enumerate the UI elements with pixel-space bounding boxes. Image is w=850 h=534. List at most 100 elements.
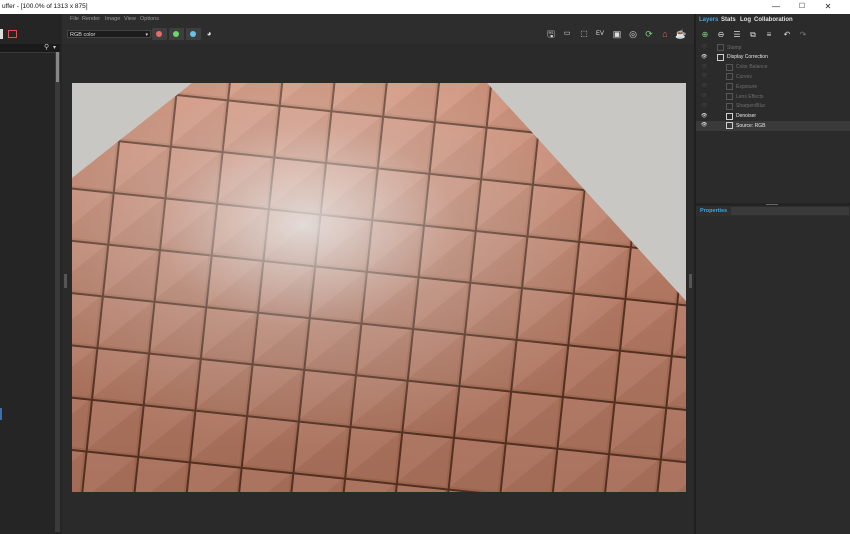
maximize-button[interactable]: ☐ bbox=[790, 0, 814, 14]
render-image bbox=[72, 83, 686, 492]
layer-type-icon bbox=[717, 44, 724, 51]
layer-label: Curves bbox=[736, 73, 752, 80]
eye-icon[interactable]: 👁 bbox=[701, 54, 707, 60]
layer-label: Display Correction bbox=[727, 54, 768, 61]
menu-bar: File Render Image View Options bbox=[62, 14, 694, 24]
layer-type-icon bbox=[726, 93, 733, 100]
save-icon[interactable]: 🖫 bbox=[545, 28, 557, 40]
panel-edge-icon bbox=[0, 29, 3, 39]
add-layer-icon[interactable]: ⊕ bbox=[699, 29, 711, 41]
color-mode-select[interactable]: RGB color ▾ bbox=[67, 30, 151, 38]
right-panel: Layers Stats Log Collaboration ⊕ ⊖ ☰ ⧉ ≡… bbox=[694, 14, 850, 534]
layer-row[interactable]: 👁 Stamp bbox=[696, 43, 850, 53]
canvas-area[interactable] bbox=[62, 44, 694, 534]
close-button[interactable]: ✕ bbox=[816, 0, 840, 14]
eye-icon[interactable]: 👁 bbox=[701, 93, 707, 99]
eye-icon[interactable]: 👁 bbox=[701, 44, 707, 50]
minimize-button[interactable]: — bbox=[764, 0, 788, 14]
eye-icon[interactable]: 👁 bbox=[701, 103, 707, 109]
refresh-icon[interactable]: ⟳ bbox=[643, 28, 655, 40]
eye-icon[interactable]: 👁 bbox=[701, 122, 707, 128]
eye-icon[interactable]: 👁 bbox=[701, 64, 707, 70]
layer-row[interactable]: 👁 Color Balance bbox=[696, 63, 850, 73]
menu-render[interactable]: Render bbox=[82, 16, 100, 22]
chevron-down-icon: ▾ bbox=[145, 32, 148, 38]
channel-green-button[interactable] bbox=[169, 28, 184, 40]
layer-label: Color Balance bbox=[736, 64, 768, 71]
layers-toolbar: ⊕ ⊖ ☰ ⧉ ≡ ↶ ↷ bbox=[696, 26, 850, 44]
tab-layers[interactable]: Layers bbox=[699, 17, 718, 23]
layer-type-icon bbox=[726, 112, 733, 120]
search-icon[interactable]: ⚲ bbox=[44, 43, 49, 51]
layer-type-icon bbox=[726, 102, 733, 110]
menu-options[interactable]: Options bbox=[140, 16, 159, 22]
render-canvas[interactable] bbox=[72, 83, 686, 492]
search-bar[interactable]: ⚲ ▾ bbox=[0, 44, 60, 53]
exposure-icon[interactable]: EV bbox=[594, 28, 606, 40]
layer-type-icon bbox=[726, 122, 733, 130]
panel-tabs: Layers Stats Log Collaboration bbox=[696, 14, 850, 26]
redo-icon[interactable]: ↷ bbox=[797, 29, 809, 41]
home-icon[interactable]: ⌂ bbox=[659, 28, 671, 40]
green-dot-icon bbox=[173, 31, 179, 37]
left-scrollbar[interactable] bbox=[55, 52, 60, 532]
layer-label: Lens Effects bbox=[736, 93, 764, 100]
color-wheel-icon[interactable]: ◕ bbox=[203, 28, 215, 40]
region-select-icon[interactable]: ⬚ bbox=[578, 28, 590, 40]
lens-icon[interactable]: ◎ bbox=[627, 28, 639, 40]
layer-label: Sharpen/Blur bbox=[736, 103, 766, 110]
blue-dot-icon bbox=[190, 31, 196, 37]
window-title: uffer - [100.0% of 1313 x 875] bbox=[2, 3, 88, 10]
properties-field bbox=[731, 207, 849, 215]
channel-red-button[interactable] bbox=[152, 28, 167, 40]
layer-row[interactable]: 👁 Sharpen/Blur bbox=[696, 102, 850, 112]
layer-label: Stamp bbox=[727, 44, 742, 51]
layer-type-icon bbox=[726, 63, 733, 71]
scrollbar-thumb[interactable] bbox=[56, 52, 59, 82]
layers-stack-icon[interactable]: ☰ bbox=[731, 29, 743, 41]
layers-list: 👁 Stamp 👁 Display Correction 👁 Color Balance 👁… bbox=[696, 43, 850, 201]
teapot-icon[interactable]: ☕ bbox=[675, 28, 687, 40]
layer-row[interactable]: 👁 Lens Effects bbox=[696, 92, 850, 102]
export-icon[interactable]: ▭ bbox=[561, 28, 573, 40]
layer-row[interactable]: 👁 Source: RGB bbox=[696, 121, 850, 131]
layer-label: Source: RGB bbox=[736, 122, 766, 129]
properties-header: Properties bbox=[696, 206, 850, 216]
eye-icon[interactable]: 👁 bbox=[701, 113, 707, 119]
undo-icon[interactable]: ↶ bbox=[781, 29, 793, 41]
frame-icon[interactable]: ▣ bbox=[611, 28, 623, 40]
tab-collaboration[interactable]: Collaboration bbox=[754, 17, 793, 23]
layer-row[interactable]: 👁 Denoiser bbox=[696, 112, 850, 122]
splitter-grip[interactable] bbox=[766, 204, 778, 205]
channel-blue-button[interactable] bbox=[186, 28, 201, 40]
list-icon[interactable]: ≡ bbox=[763, 29, 775, 41]
color-mode-value: RGB color bbox=[70, 32, 96, 38]
layer-type-icon bbox=[717, 53, 724, 61]
menu-file[interactable]: File bbox=[70, 16, 79, 22]
layer-row[interactable]: 👁 Curves bbox=[696, 72, 850, 82]
menu-view[interactable]: View bbox=[124, 16, 136, 22]
red-dot-icon bbox=[156, 31, 162, 37]
layer-type-icon bbox=[726, 83, 733, 91]
layer-label: Denoiser bbox=[736, 113, 757, 120]
menu-image[interactable]: Image bbox=[105, 16, 120, 22]
layer-label: Exposure bbox=[736, 83, 758, 90]
title-bar: uffer - [100.0% of 1313 x 875] — ☐ ✕ bbox=[0, 0, 850, 14]
left-panel: ⚲ ▾ bbox=[0, 14, 62, 534]
image-icon[interactable] bbox=[8, 30, 17, 38]
left-edge-handle[interactable] bbox=[64, 274, 67, 288]
remove-layer-icon[interactable]: ⊖ bbox=[715, 29, 727, 41]
layer-row[interactable]: 👁 Exposure bbox=[696, 82, 850, 92]
toolbar: RGB color ▾ ◕ 🖫 ▭ ⬚ EV ▣ ◎ ⟳ ⌂ ☕ bbox=[62, 24, 694, 44]
eye-icon[interactable]: 👁 bbox=[701, 73, 707, 79]
properties-label: Properties bbox=[700, 208, 728, 214]
layer-type-icon bbox=[726, 73, 733, 81]
tab-stats[interactable]: Stats bbox=[721, 17, 736, 23]
tab-log[interactable]: Log bbox=[740, 17, 751, 23]
eye-icon[interactable]: 👁 bbox=[701, 83, 707, 89]
duplicate-layer-icon[interactable]: ⧉ bbox=[747, 29, 759, 41]
layer-row[interactable]: 👁 Display Correction bbox=[696, 53, 850, 63]
chevron-down-icon[interactable]: ▾ bbox=[53, 44, 56, 51]
selection-marker bbox=[0, 408, 2, 420]
right-edge-handle[interactable] bbox=[689, 274, 692, 288]
